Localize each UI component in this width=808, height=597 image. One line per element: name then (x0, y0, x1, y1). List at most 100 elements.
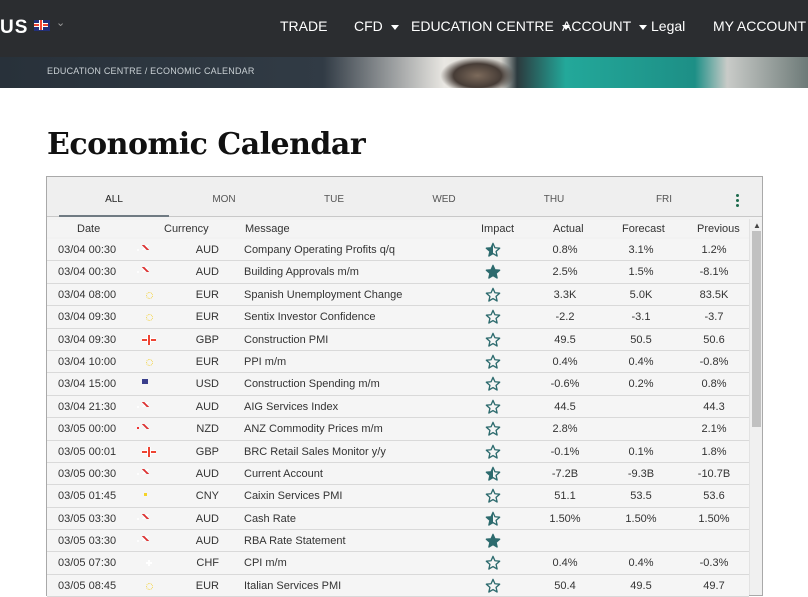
event-message[interactable]: Building Approvals m/m (244, 266, 359, 278)
event-previous: 50.6 (703, 333, 725, 346)
event-message[interactable]: Italian Services PMI (244, 580, 341, 592)
column-currency[interactable]: Currency (164, 223, 209, 235)
scrollbar[interactable]: ▲ (749, 219, 762, 595)
table-row[interactable]: 03/05 00:00 NZD ANZ Commodity Prices m/m 2.… (47, 418, 749, 441)
event-message[interactable]: PPI m/m (244, 356, 286, 368)
event-actual: 0.8% (552, 244, 578, 256)
impact-star-icon (485, 242, 503, 258)
event-message[interactable]: Spanish Unemployment Change (244, 289, 402, 301)
caret-down-icon (390, 24, 399, 30)
table-row[interactable]: 03/05 08:45 EUR Italian Services PMI 50.4 49… (47, 574, 749, 597)
table-row[interactable]: 03/05 03:30 AUD Cash Rate 1.50% 1.50% 1.50% (47, 507, 749, 531)
event-message[interactable]: Sentix Investor Confidence (244, 311, 375, 323)
table-row[interactable]: 03/05 01:45 CNY Caixin Services PMI 51.1 53.… (47, 485, 749, 508)
event-actual: 2.8% (552, 423, 578, 436)
event-forecast: 0.2% (628, 378, 654, 391)
chevron-down-icon[interactable]: ⌄ (56, 16, 65, 29)
table-row[interactable]: 03/04 09:30 GBP Construction PMI 49.5 50.5 50… (47, 328, 749, 351)
breadcrumb[interactable]: EDUCATION CENTRE / ECONOMIC CALENDAR (47, 66, 255, 76)
impact-star-icon (485, 332, 503, 348)
brand-logo[interactable]: US (0, 17, 28, 39)
impact-star-icon (485, 578, 503, 594)
top-navbar: US ⌄ TRADE CFD EDUCATION CENTRE ACCOUNT … (0, 0, 808, 57)
nav-trade[interactable]: TRADE (280, 18, 327, 34)
event-previous: 1.8% (701, 445, 727, 458)
column-message[interactable]: Message (245, 223, 290, 235)
impact-star-icon (485, 399, 503, 415)
event-date: 03/05 00:01 (58, 445, 117, 458)
table-row[interactable]: 03/05 00:30 AUD Current Account -7.2B -9.3B -… (47, 462, 749, 486)
table-row[interactable]: 03/04 10:00 EUR PPI m/m 0.4% 0.4% -0.8% (47, 350, 749, 374)
event-forecast: 0.1% (628, 445, 654, 458)
tab-tue[interactable]: TUE (279, 177, 389, 217)
nav-education-centre[interactable]: EDUCATION CENTRE (411, 18, 570, 34)
event-forecast: 1.5% (628, 266, 654, 279)
table-row[interactable]: 03/05 00:01 GBP BRC Retail Sales Monitor y… (47, 440, 749, 463)
event-message[interactable]: AIG Services Index (244, 401, 338, 413)
event-actual: 49.5 (554, 333, 576, 346)
event-message[interactable]: Current Account (244, 468, 323, 480)
tab-wed[interactable]: WED (389, 177, 499, 217)
event-date: 03/04 00:30 (58, 244, 117, 256)
column-actual[interactable]: Actual (553, 223, 584, 235)
event-actual: 3.3K (553, 288, 577, 301)
table-row[interactable]: 03/05 07:30 CHF CPI m/m 0.4% 0.4% -0.3% (47, 552, 749, 575)
event-message[interactable]: Company Operating Profits q/q (244, 244, 395, 256)
nav-account[interactable]: ACCOUNT (562, 18, 648, 34)
event-currency: CHF (196, 557, 219, 570)
event-actual: -0.6% (550, 378, 580, 391)
event-date: 03/04 21:30 (58, 400, 117, 413)
event-currency: AUD (195, 266, 219, 279)
tab-all[interactable]: ALL (59, 177, 169, 217)
event-currency: EUR (195, 288, 219, 301)
event-actual: 0.4% (552, 557, 578, 570)
hero-banner: EDUCATION CENTRE / ECONOMIC CALENDAR (0, 57, 808, 88)
event-forecast: 0.4% (628, 557, 654, 570)
event-actual: -2.2 (555, 311, 575, 324)
event-date: 03/05 01:45 (58, 490, 117, 503)
column-date[interactable]: Date (77, 223, 100, 235)
event-forecast: 49.5 (630, 579, 652, 592)
event-message[interactable]: Cash Rate (244, 513, 296, 525)
more-options-icon[interactable] (736, 194, 740, 209)
event-message[interactable]: RBA Rate Statement (244, 535, 346, 547)
event-previous: 49.7 (703, 579, 725, 592)
event-message[interactable]: Construction PMI (244, 334, 328, 346)
event-message[interactable]: Construction Spending m/m (244, 378, 380, 390)
scrollbar-thumb[interactable] (752, 231, 761, 427)
event-message[interactable]: BRC Retail Sales Monitor y/y (244, 446, 386, 458)
table-row[interactable]: 03/04 00:30 AUD Company Operating Profits … (47, 239, 749, 262)
event-message[interactable]: Caixin Services PMI (244, 490, 342, 502)
scroll-up-icon[interactable]: ▲ (753, 221, 761, 230)
table-row[interactable]: 03/04 09:30 EUR Sentix Investor Confidence… (47, 306, 749, 329)
table-row[interactable]: 03/04 21:30 AUD AIG Services Index 44.5 44.3 (47, 395, 749, 419)
event-date: 03/05 00:00 (58, 423, 117, 436)
nav-legal[interactable]: Legal (651, 18, 685, 34)
nav-my-account[interactable]: MY ACCOUNT (713, 18, 806, 34)
nav-cfd[interactable]: CFD (354, 18, 399, 34)
caret-down-icon (639, 24, 648, 30)
table-row[interactable]: 03/04 00:30 AUD Building Approvals m/m 2.5%… (47, 261, 749, 284)
event-previous: 1.50% (698, 512, 730, 525)
event-currency: EUR (195, 355, 219, 368)
event-date: 03/04 00:30 (58, 266, 117, 279)
tab-fri[interactable]: FRI (609, 177, 719, 217)
event-message[interactable]: ANZ Commodity Prices m/m (244, 423, 383, 435)
tab-thu[interactable]: THU (499, 177, 609, 217)
impact-star-icon (485, 555, 503, 571)
event-currency: AUD (195, 400, 219, 413)
table-row[interactable]: 03/04 15:00 USD Construction Spending m/m -… (47, 373, 749, 396)
event-actual: 2.5% (552, 266, 578, 279)
uk-flag-icon[interactable] (34, 20, 50, 31)
event-message[interactable]: CPI m/m (244, 557, 287, 569)
impact-star-icon (485, 466, 503, 482)
column-impact[interactable]: Impact (481, 223, 514, 235)
column-previous[interactable]: Previous (697, 223, 740, 235)
event-currency: CNY (195, 490, 219, 503)
table-row[interactable]: 03/04 08:00 EUR Spanish Unemployment Chang… (47, 283, 749, 307)
tab-mon[interactable]: MON (169, 177, 279, 217)
column-forecast[interactable]: Forecast (622, 223, 665, 235)
event-previous: 83.5K (699, 288, 729, 301)
table-row[interactable]: 03/05 03:30 AUD RBA Rate Statement (47, 530, 749, 553)
event-previous: 2.1% (701, 423, 727, 436)
